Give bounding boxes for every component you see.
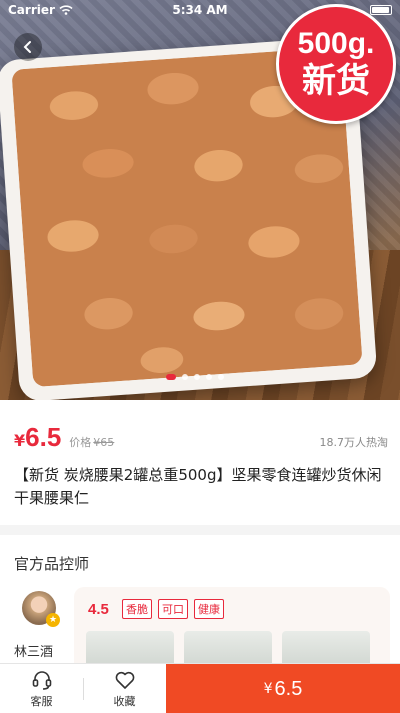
price-value: 6.5 bbox=[25, 422, 62, 452]
product-detail-page: 500g. 新货 Carrier 5:34 AM ¥6.5 价格 ¥65 18.… bbox=[0, 0, 400, 713]
star-badge-icon: ★ bbox=[46, 613, 60, 627]
customer-service-label: 客服 bbox=[30, 695, 53, 708]
favorite-label: 收藏 bbox=[113, 695, 136, 708]
favorite-button[interactable]: 收藏 bbox=[83, 664, 166, 713]
section-heading: 官方品控师 bbox=[14, 555, 90, 573]
review-tag: 可口 bbox=[158, 599, 188, 619]
price-row: ¥6.5 价格 ¥65 18.7万人热淘 bbox=[14, 422, 388, 453]
buy-currency: ¥ bbox=[263, 681, 273, 697]
product-info: ¥6.5 价格 ¥65 18.7万人热淘 【新货 炭烧腰果2罐总重500g】坚果… bbox=[0, 400, 400, 525]
review-tags: 香脆 可口 健康 bbox=[122, 599, 224, 619]
carousel-dot bbox=[194, 374, 200, 380]
carousel-indicator bbox=[166, 374, 224, 380]
buy-price: 6.5 bbox=[274, 677, 303, 700]
carousel-dot bbox=[182, 374, 188, 380]
carousel-dot bbox=[206, 374, 212, 380]
status-bar: Carrier 5:34 AM bbox=[0, 0, 400, 20]
new-stock-badge: 500g. 新货 bbox=[276, 4, 396, 124]
price-currency: ¥ bbox=[14, 431, 26, 450]
original-price-label: 价格 bbox=[69, 436, 92, 449]
rating-score: 4.5 bbox=[88, 601, 109, 618]
carousel-dot bbox=[218, 374, 224, 380]
expert-name: 林三酒 bbox=[14, 645, 54, 660]
review-tag: 香脆 bbox=[122, 599, 152, 619]
badge-weight: 500g. bbox=[297, 27, 375, 60]
chevron-left-icon bbox=[23, 41, 31, 53]
avatar[interactable]: ★ bbox=[22, 591, 60, 627]
buy-button[interactable]: ¥ 6.5 bbox=[166, 664, 400, 713]
back-button[interactable] bbox=[14, 33, 42, 61]
current-price: ¥6.5 bbox=[14, 422, 61, 453]
clock: 5:34 AM bbox=[172, 3, 228, 17]
product-image-carousel[interactable]: 500g. 新货 bbox=[0, 0, 400, 400]
bottom-action-bar: 客服 收藏 ¥ 6.5 bbox=[0, 663, 400, 713]
review-tag: 健康 bbox=[194, 599, 224, 619]
battery-icon bbox=[370, 5, 392, 15]
original-price: ¥65 bbox=[93, 436, 115, 449]
product-title: 【新货 炭烧腰果2罐总重500g】坚果零食连罐炒货休闲干果腰果仁 bbox=[14, 466, 382, 507]
heart-icon bbox=[115, 671, 134, 689]
popularity-count: 18.7万人热淘 bbox=[319, 436, 389, 449]
badge-label: 新货 bbox=[302, 61, 370, 101]
headset-icon bbox=[32, 671, 51, 690]
carousel-dot bbox=[166, 374, 176, 380]
customer-service-button[interactable]: 客服 bbox=[0, 664, 83, 713]
